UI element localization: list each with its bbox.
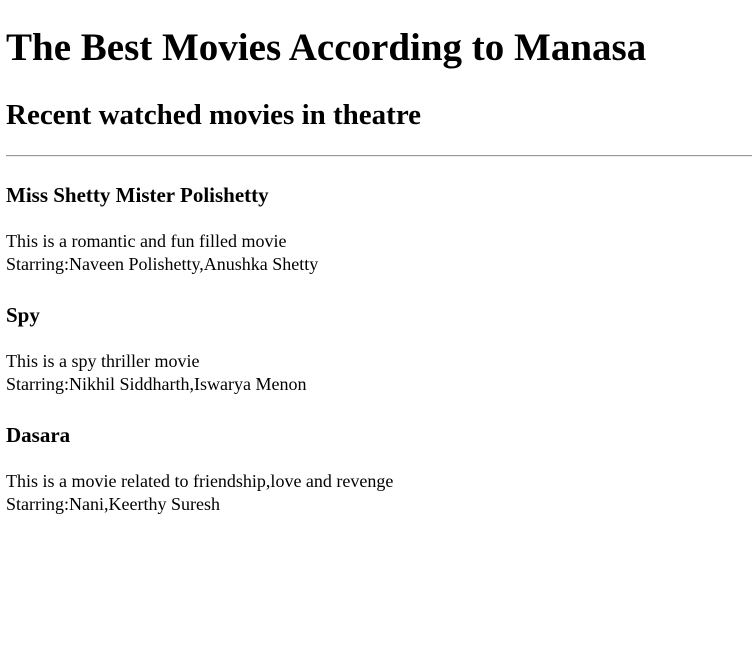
movie-title: Spy bbox=[6, 303, 40, 327]
movie-entry: Miss Shetty Mister Polishetty This is a … bbox=[6, 182, 746, 274]
movie-description: This is a romantic and fun filled movie bbox=[6, 231, 287, 251]
movie-details: This is a movie related to friendship,lo… bbox=[6, 470, 393, 516]
movie-entry: Dasara This is a movie related to friend… bbox=[6, 422, 746, 514]
movie-starring: Starring:Naveen Polishetty,Anushka Shett… bbox=[6, 254, 319, 274]
movie-title: Dasara bbox=[6, 423, 71, 447]
divider bbox=[6, 155, 752, 157]
movie-details: This is a romantic and fun filled movie … bbox=[6, 230, 318, 276]
page-title: The Best Movies According to Manasa bbox=[6, 26, 647, 69]
movie-description: This is a spy thriller movie bbox=[6, 351, 200, 371]
movie-starring: Starring:Nikhil Siddharth,Iswarya Menon bbox=[6, 374, 307, 394]
movie-starring: Starring:Nani,Keerthy Suresh bbox=[6, 494, 220, 514]
movie-description: This is a movie related to friendship,lo… bbox=[6, 471, 394, 491]
movie-entry: Spy This is a spy thriller movie Starrin… bbox=[6, 302, 746, 394]
movie-title: Miss Shetty Mister Polishetty bbox=[6, 183, 269, 207]
page-subtitle: Recent watched movies in theatre bbox=[6, 99, 422, 131]
movie-details: This is a spy thriller movie Starring:Ni… bbox=[6, 350, 306, 396]
